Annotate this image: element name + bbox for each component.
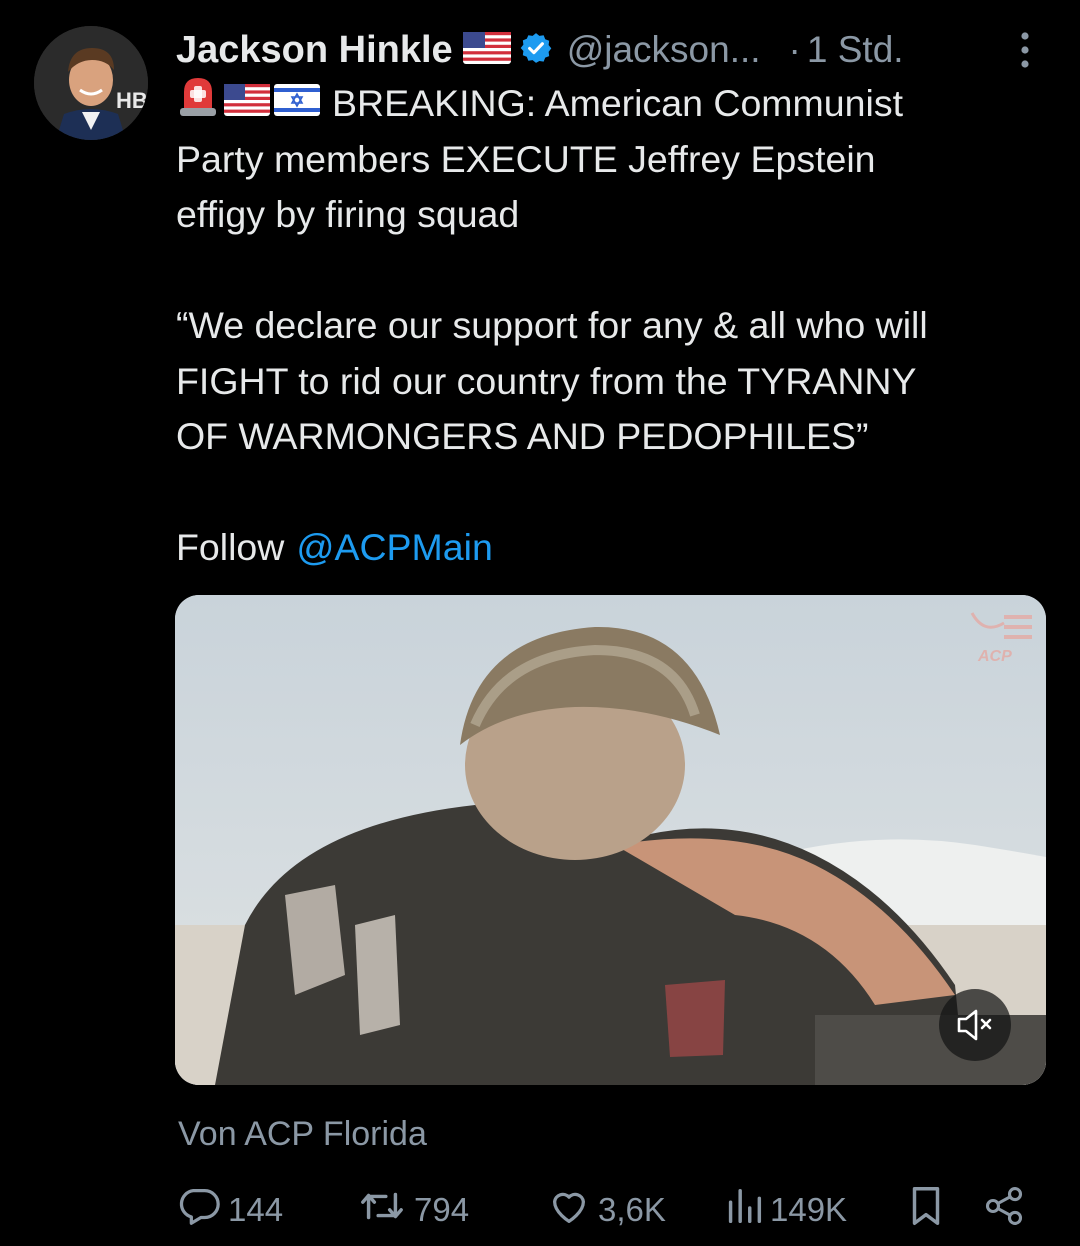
avatar[interactable]: HB <box>34 26 148 140</box>
repost-count: 794 <box>414 1191 470 1228</box>
reply-icon <box>176 1183 228 1237</box>
quote-line: FIGHT to rid our country from the TYRANN… <box>176 359 917 402</box>
post-line: effigy by firing squad <box>176 193 520 235</box>
views-button[interactable]: 149K <box>724 1182 847 1238</box>
post-line: BREAKING: American Communist <box>332 82 903 124</box>
more-icon[interactable] <box>1010 30 1040 70</box>
bookmark-button[interactable] <box>906 1182 952 1238</box>
mute-button[interactable] <box>939 989 1011 1061</box>
like-icon <box>546 1183 598 1237</box>
views-icon <box>724 1183 770 1237</box>
tweet-text: BREAKING: American Communist Party membe… <box>176 76 1056 576</box>
mention-link[interactable]: @ACPMain <box>296 520 492 576</box>
bookmark-icon <box>906 1183 952 1237</box>
video-player[interactable]: ACP <box>175 595 1046 1085</box>
avatar-badge-text: HB <box>116 88 148 113</box>
share-button[interactable] <box>982 1182 1032 1238</box>
tweet-header: Jackson Hinkle @jackson... · 1 Std. <box>176 24 1040 76</box>
verified-badge-icon <box>519 31 553 70</box>
watermark-logo: ACP <box>964 605 1036 667</box>
post-line: Party members EXECUTE Jeffrey Epstein <box>176 137 876 180</box>
share-icon <box>982 1183 1032 1237</box>
mute-icon <box>955 1007 995 1043</box>
us-flag-icon <box>224 76 270 132</box>
media-source[interactable]: Von ACP Florida <box>178 1115 427 1154</box>
israel-flag-icon <box>274 76 320 132</box>
handle[interactable]: @jackson... <box>567 29 761 71</box>
timestamp[interactable]: 1 Std. <box>807 29 904 71</box>
repost-icon <box>356 1183 414 1237</box>
follow-prefix: Follow <box>176 526 285 568</box>
video-frame <box>175 595 1046 1085</box>
display-name[interactable]: Jackson Hinkle <box>176 29 453 72</box>
us-flag-icon <box>462 31 511 69</box>
views-count: 149K <box>770 1191 848 1228</box>
repost-button[interactable]: 794 <box>356 1182 469 1238</box>
quote-line: “We declare our support for any & all wh… <box>176 304 928 346</box>
reply-count: 144 <box>228 1191 284 1228</box>
action-bar: 144 794 3,6K 149K <box>176 1182 1036 1238</box>
time-separator: · <box>788 29 801 70</box>
like-count: 3,6K <box>598 1191 666 1228</box>
quote-line: OF WARMONGERS AND PEDOPHILES” <box>176 415 869 457</box>
watermark-text: ACP <box>977 648 1012 665</box>
like-button[interactable]: 3,6K <box>546 1182 666 1238</box>
reply-button[interactable]: 144 <box>176 1182 283 1238</box>
tweet: HB Jackson Hinkle @jackson... · 1 Std. B… <box>0 0 1080 1246</box>
siren-icon <box>176 74 220 134</box>
